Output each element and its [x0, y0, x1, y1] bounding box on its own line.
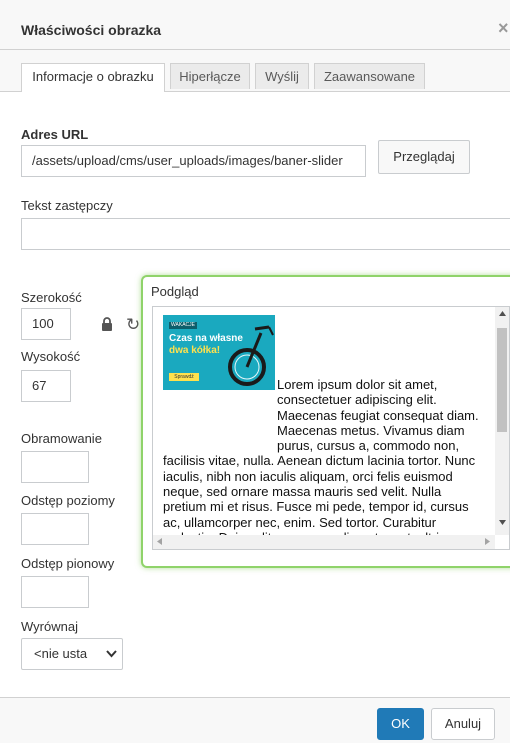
browse-button[interactable]: Przeglądaj	[378, 140, 470, 174]
alt-text-field[interactable]	[21, 218, 510, 250]
tab-image-info[interactable]: Informacje o obrazku	[21, 63, 165, 92]
alt-text-label: Tekst zastępczy	[21, 198, 113, 213]
align-select-value: <nie usta	[34, 646, 88, 661]
banner-tag: WAKACJE	[169, 322, 197, 329]
close-icon[interactable]: ×	[498, 18, 509, 39]
border-label: Obramowanie	[21, 431, 102, 446]
preview-scroll-thumb[interactable]	[497, 328, 507, 432]
url-field[interactable]: /assets/upload/cms/user_uploads/images/b…	[21, 145, 366, 177]
reset-icon[interactable]: ↻	[126, 315, 140, 335]
tab-advanced[interactable]: Zaawansowane	[314, 63, 425, 89]
height-label: Wysokość	[21, 349, 81, 364]
align-select[interactable]: <nie usta	[21, 638, 123, 670]
hspace-label: Odstęp poziomy	[21, 493, 115, 508]
border-field[interactable]	[21, 451, 89, 483]
image-properties-dialog: Właściwości obrazka × Informacje o obraz…	[0, 0, 510, 743]
align-label: Wyrównaj	[21, 619, 78, 634]
url-label: Adres URL	[21, 127, 89, 142]
scroll-left-icon[interactable]	[157, 538, 162, 545]
vspace-field[interactable]	[21, 576, 89, 608]
ok-button[interactable]: OK	[377, 708, 424, 740]
hspace-field[interactable]	[21, 513, 89, 545]
cancel-button[interactable]: Anuluj	[431, 708, 495, 740]
width-label: Szerokość	[21, 290, 82, 305]
tab-upload[interactable]: Wyślij	[255, 63, 309, 89]
banner-headline-2: dwa kółka!	[169, 345, 221, 356]
preview-banner-image: WAKACJE Czas na własne dwa kółka! Sprawd…	[163, 315, 275, 390]
preview-label: Podgląd	[151, 284, 199, 299]
tab-bar: Informacje o obrazku Hiperłącze Wyślij Z…	[0, 50, 510, 92]
dialog-title: Właściwości obrazka	[21, 22, 162, 38]
scroll-down-icon[interactable]	[499, 520, 506, 525]
scroll-right-icon[interactable]	[485, 538, 490, 545]
bicycle-icon	[228, 325, 274, 386]
preview-content: WAKACJE Czas na własne dwa kółka! Sprawd…	[163, 315, 485, 539]
height-field[interactable]: 67	[21, 370, 71, 402]
vspace-label: Odstęp pionowy	[21, 556, 115, 571]
tab-hyperlink[interactable]: Hiperłącze	[170, 63, 250, 89]
preview-lorem-text: Lorem ipsum dolor sit amet, consectetuer…	[163, 377, 479, 539]
preview-horizontal-scrollbar[interactable]	[153, 535, 495, 549]
width-field[interactable]: 100	[21, 308, 71, 340]
scroll-up-icon[interactable]	[499, 311, 506, 316]
chevron-down-icon	[106, 650, 117, 658]
banner-button: Sprawdź	[169, 373, 199, 381]
lock-icon[interactable]	[101, 317, 113, 331]
dialog-titlebar: Właściwości obrazka ×	[0, 0, 510, 50]
